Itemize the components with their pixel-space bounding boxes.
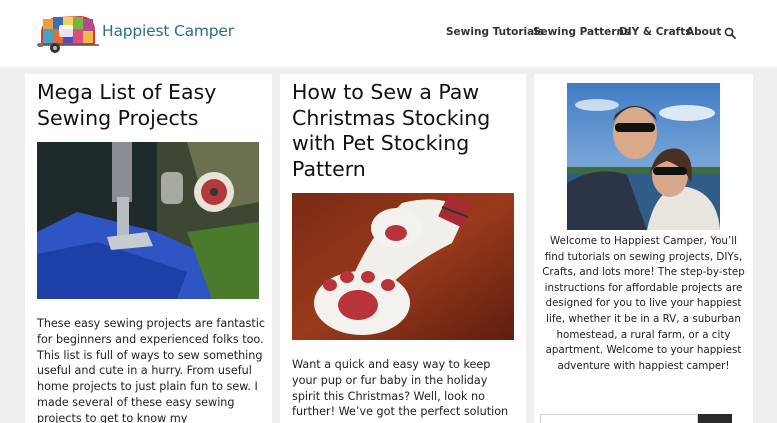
- nav-sewing-patterns[interactable]: Sewing Patterns: [533, 26, 630, 38]
- nav-about[interactable]: About: [686, 26, 721, 38]
- post-excerpt: These easy sewing projects are fantastic…: [37, 317, 265, 423]
- post-title[interactable]: How to Sew a Paw Christmas Stocking with…: [292, 80, 517, 182]
- paw-stocking-image[interactable]: [292, 193, 514, 340]
- site-header: Happiest Camper Sewing Tutorials Sewing …: [0, 0, 777, 67]
- sidebar-search-input[interactable]: [540, 414, 698, 423]
- nav-sewing-tutorials[interactable]: Sewing Tutorials: [446, 26, 544, 38]
- sidebar-about: Welcome to Happiest Camper, You’ll find …: [534, 74, 753, 423]
- post-card-paw-stocking: How to Sew a Paw Christmas Stocking with…: [280, 74, 526, 423]
- sidebar-bio: Welcome to Happiest Camper, You’ll find …: [542, 235, 745, 372]
- sewing-machine-image[interactable]: [37, 142, 259, 299]
- nav-diy-crafts[interactable]: DIY & Crafts: [619, 26, 692, 38]
- camper-logo[interactable]: [37, 13, 99, 55]
- post-title[interactable]: Mega List of Easy Sewing Projects: [37, 80, 262, 131]
- post-card-easy-sewing: Mega List of Easy Sewing Projects These …: [25, 74, 272, 423]
- site-title[interactable]: Happiest Camper: [102, 22, 234, 40]
- author-photo: [567, 83, 720, 230]
- sidebar-search-button[interactable]: [698, 414, 732, 423]
- search-icon[interactable]: [724, 27, 736, 39]
- post-excerpt: Want a quick and easy way to keep your p…: [292, 358, 509, 419]
